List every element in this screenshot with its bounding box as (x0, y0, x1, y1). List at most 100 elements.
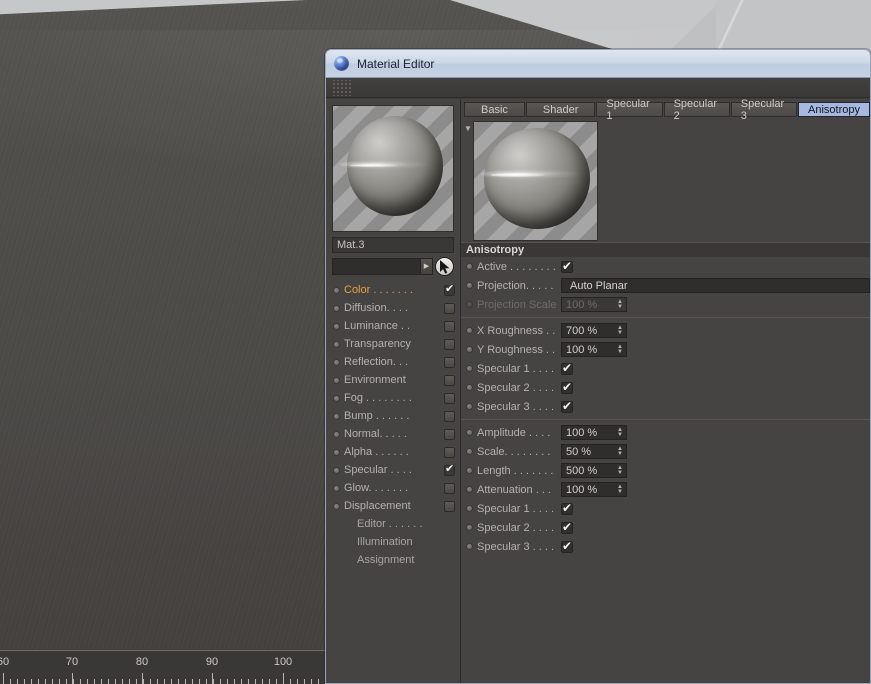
tab-basic[interactable]: Basic (464, 102, 525, 117)
keyframe-dot-icon[interactable] (333, 502, 340, 510)
material-preview-sphere[interactable] (332, 105, 454, 232)
waviness-row-4[interactable]: Specular 1 . . . . (461, 499, 870, 518)
waviness-row-3[interactable]: Attenuation . . . 100 % ▲ ▼ (461, 480, 870, 499)
keyframe-dot-icon[interactable] (466, 543, 473, 550)
search-input[interactable]: ▶ (332, 257, 433, 275)
property-checkbox[interactable] (561, 520, 573, 534)
chevron-right-icon[interactable]: ▶ (420, 258, 432, 274)
channel-checkbox[interactable] (444, 500, 455, 512)
channel-checkbox[interactable] (444, 392, 455, 404)
waviness-row-2[interactable]: Length . . . . . . . 500 % ▲ ▼ (461, 461, 870, 480)
roughness-row-3[interactable]: Specular 2 . . . . (461, 378, 870, 397)
triangle-down-icon[interactable]: ▼ (463, 123, 473, 133)
channel-row-7[interactable]: Bump . . . . . . (332, 407, 455, 425)
keyframe-dot-icon[interactable] (466, 384, 473, 391)
keyframe-dot-icon[interactable] (466, 429, 473, 436)
tab-specular-1[interactable]: Specular 1 (596, 99, 663, 122)
tab-anisotropy[interactable]: Anisotropy (798, 102, 870, 117)
property-checkbox[interactable] (561, 259, 573, 273)
tab-specular-2[interactable]: Specular 2 (663, 99, 730, 122)
keyframe-dot-icon[interactable] (333, 340, 340, 348)
property-checkbox[interactable] (561, 501, 573, 515)
spinner-arrows-icon[interactable]: ▲ ▼ (617, 483, 623, 496)
property-checkbox[interactable] (561, 380, 573, 394)
material-editor-window[interactable]: Material Editor Mat.3 ▶ Color . . . . . … (325, 49, 871, 684)
keyframe-dot-icon[interactable] (333, 430, 340, 438)
keyframe-dot-icon[interactable] (466, 346, 473, 353)
spinner-arrows-icon[interactable]: ▲ ▼ (617, 464, 623, 477)
waviness-row-1[interactable]: Scale. . . . . . . . 50 % ▲ ▼ (461, 442, 870, 461)
keyframe-dot-icon[interactable] (333, 466, 340, 474)
window-toolbar[interactable] (326, 78, 870, 98)
property-number-field[interactable]: 100 % ▲ ▼ (561, 297, 627, 312)
channel-checkbox[interactable] (444, 338, 455, 350)
shader-preview-sphere[interactable] (473, 121, 598, 241)
channel-checkbox[interactable] (444, 283, 455, 296)
channel-row-6[interactable]: Fog . . . . . . . . (332, 389, 455, 407)
projection-row-2[interactable]: Projection Scale 100 % ▲ ▼ (461, 295, 870, 314)
keyframe-dot-icon[interactable] (333, 448, 340, 456)
channel-checkbox[interactable] (444, 482, 455, 494)
roughness-row-2[interactable]: Specular 1 . . . . (461, 359, 870, 378)
keyframe-dot-icon[interactable] (466, 301, 473, 308)
keyframe-dot-icon[interactable] (333, 358, 340, 366)
channel-checkbox[interactable] (444, 410, 455, 422)
sidebar-item-1[interactable]: Illumination (332, 533, 455, 551)
channel-row-1[interactable]: Diffusion. . . . (332, 299, 455, 317)
keyframe-dot-icon[interactable] (466, 467, 473, 474)
channel-checkbox[interactable] (444, 428, 455, 440)
keyframe-dot-icon[interactable] (333, 412, 340, 420)
spinner-arrows-icon[interactable]: ▲ ▼ (617, 324, 623, 337)
channel-row-11[interactable]: Glow. . . . . . . (332, 479, 455, 497)
spinner-arrows-icon[interactable]: ▲ ▼ (617, 343, 623, 356)
channel-checkbox[interactable] (444, 374, 455, 386)
property-number-field[interactable]: 50 % ▲ ▼ (561, 444, 627, 459)
channel-row-0[interactable]: Color . . . . . . . (332, 281, 455, 299)
property-number-field[interactable]: 100 % ▲ ▼ (561, 425, 627, 440)
keyframe-dot-icon[interactable] (466, 448, 473, 455)
channel-row-4[interactable]: Reflection. . . (332, 353, 455, 371)
projection-row-1[interactable]: Projection. . . . . Auto Planar (461, 276, 870, 295)
arrow-cursor-icon[interactable] (435, 256, 454, 276)
drag-grip-handle[interactable] (331, 79, 353, 96)
property-number-field[interactable]: 700 % ▲ ▼ (561, 323, 627, 338)
channel-checkbox[interactable] (444, 320, 455, 332)
keyframe-dot-icon[interactable] (466, 282, 473, 289)
channel-checkbox[interactable] (444, 302, 455, 314)
waviness-row-0[interactable]: Amplitude . . . . 100 % ▲ ▼ (461, 423, 870, 442)
keyframe-dot-icon[interactable] (466, 403, 473, 410)
keyframe-dot-icon[interactable] (466, 524, 473, 531)
keyframe-dot-icon[interactable] (466, 263, 473, 270)
keyframe-dot-icon[interactable] (333, 304, 340, 312)
keyframe-dot-icon[interactable] (466, 365, 473, 372)
roughness-row-0[interactable]: X Roughness . . 700 % ▲ ▼ (461, 321, 870, 340)
channel-row-5[interactable]: Environment (332, 371, 455, 389)
roughness-row-4[interactable]: Specular 3 . . . . (461, 397, 870, 416)
keyframe-dot-icon[interactable] (333, 376, 340, 384)
keyframe-dot-icon[interactable] (466, 505, 473, 512)
channel-row-9[interactable]: Alpha . . . . . . (332, 443, 455, 461)
property-number-field[interactable]: 500 % ▲ ▼ (561, 463, 627, 478)
property-checkbox[interactable] (561, 399, 573, 413)
property-checkbox[interactable] (561, 361, 573, 375)
tab-specular-3[interactable]: Specular 3 (730, 99, 797, 122)
channel-checkbox[interactable] (444, 356, 455, 368)
channel-row-3[interactable]: Transparency (332, 335, 455, 353)
channel-row-2[interactable]: Luminance . . (332, 317, 455, 335)
spinner-arrows-icon[interactable]: ▲ ▼ (617, 426, 623, 439)
channel-checkbox[interactable] (444, 446, 455, 458)
keyframe-dot-icon[interactable] (333, 286, 340, 294)
channel-checkbox[interactable] (444, 463, 455, 476)
spinner-arrows-icon[interactable]: ▲ ▼ (617, 445, 623, 458)
keyframe-dot-icon[interactable] (333, 394, 340, 402)
sidebar-item-2[interactable]: Assignment (332, 551, 455, 569)
viewport-ruler[interactable]: 60 70 80 90 100 (0, 650, 329, 684)
channel-row-8[interactable]: Normal. . . . . (332, 425, 455, 443)
waviness-row-6[interactable]: Specular 3 . . . . (461, 537, 870, 556)
channel-row-12[interactable]: Displacement (332, 497, 455, 515)
spinner-arrows-icon[interactable]: ▲ ▼ (617, 298, 623, 311)
waviness-row-5[interactable]: Specular 2 . . . . (461, 518, 870, 537)
sidebar-item-0[interactable]: Editor . . . . . . (332, 515, 455, 533)
material-name-field[interactable]: Mat.3 (332, 237, 454, 253)
property-number-field[interactable]: 100 % ▲ ▼ (561, 342, 627, 357)
